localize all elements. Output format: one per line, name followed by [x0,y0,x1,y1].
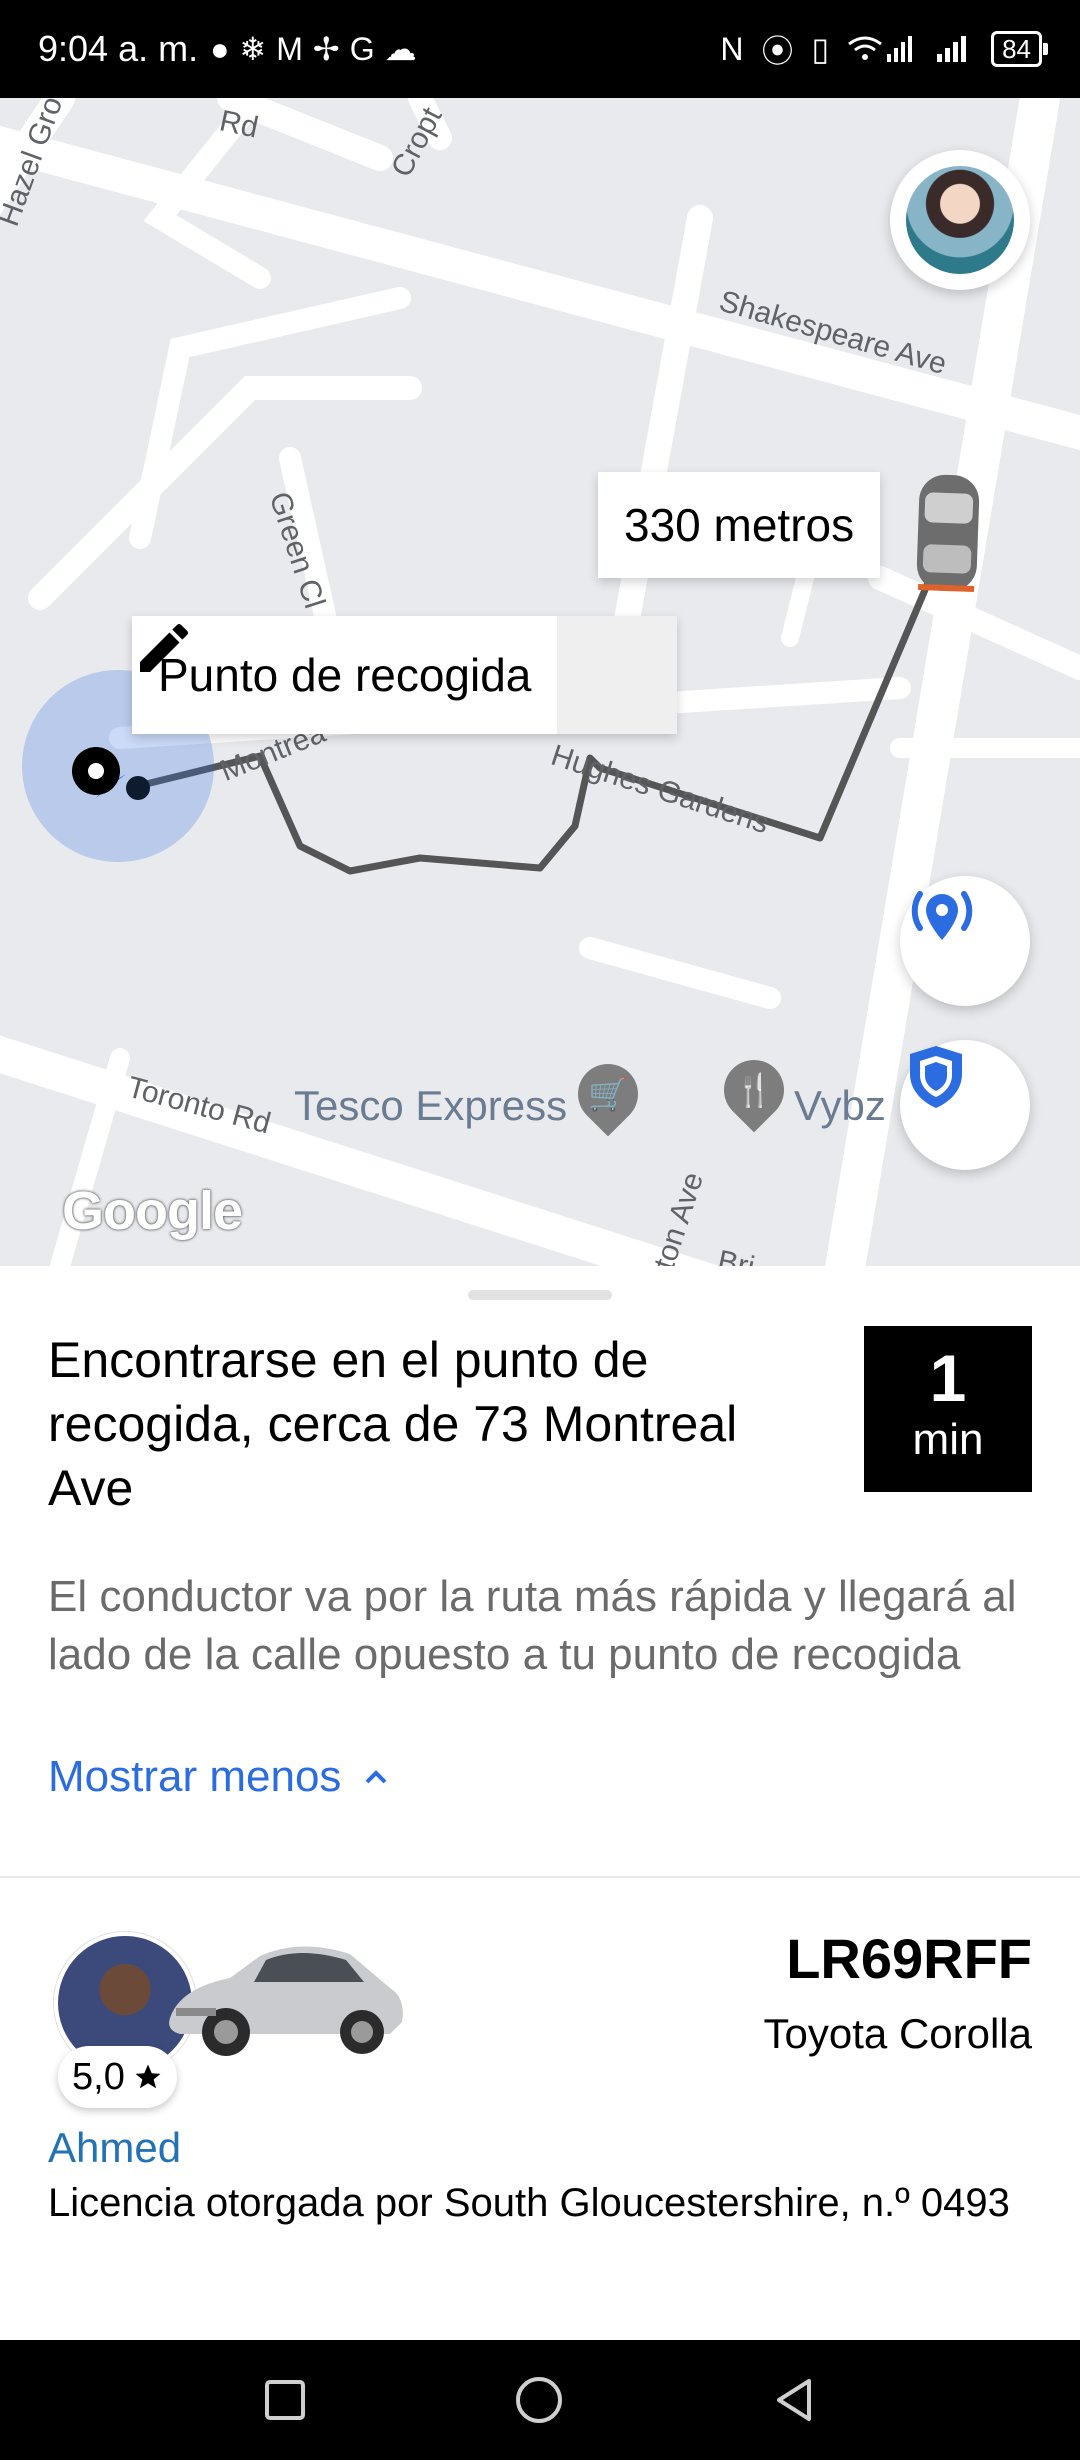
vibrate-icon: ▯ [811,31,830,67]
eta-badge: 1 min [864,1326,1032,1492]
trip-bottom-sheet: Encontrarse en el punto de recogida, cer… [0,1266,1080,2340]
google-icon: G [349,30,375,67]
license-plate: LR69RFF [786,1927,1032,1990]
location-broadcast-icon [911,891,973,940]
car-model: Toyota Corolla [763,2010,1032,2057]
snowflake-app-icon: ❄ [239,31,267,67]
show-less-label: Mostrar menos [48,1752,342,1801]
edit-pickup-button[interactable] [140,616,678,734]
pencil-icon [140,623,189,672]
recents-square-icon[interactable] [263,2378,307,2422]
distance-label: 330 metros [624,499,855,551]
chevron-up-icon [366,1770,387,1784]
fan-icon: ✢ [312,31,340,67]
driver-license-info: Licencia otorgada por South Gloucestersh… [48,2181,1010,2225]
avatar [906,166,1014,274]
poi-tesco-label[interactable]: Tesco Express [294,1082,567,1130]
cloud-icon: ☁ [384,31,417,67]
system-navigation-bar [0,2340,1080,2460]
shield-icon [910,1046,962,1108]
home-circle-icon[interactable] [514,2375,564,2425]
rating-value: 5,0 [72,2055,125,2098]
status-bar: 9:04 a. m. ● ❄ M ✢ G ☁ N ⦿ ▯ 84 [0,0,1080,98]
distance-callout: 330 metros [598,472,881,578]
notification-icons: ● ❄ M ✢ G ☁ [210,30,417,68]
car-image [169,1946,403,2056]
profile-avatar-button[interactable] [890,150,1030,290]
battery-indicator: 84 [991,31,1048,67]
eta-number: 1 [929,1341,967,1415]
route-description: El conductor va por la ruta más rápida y… [48,1572,1017,1679]
pickup-point-callout[interactable]: Punto de recogida [132,616,678,734]
sheet-drag-handle[interactable] [468,1290,612,1300]
driver-name[interactable]: Ahmed [48,2124,181,2172]
record-icon: ● [210,30,230,67]
poi-vybz-label[interactable]: Vybz [794,1082,886,1130]
show-less-link[interactable]: Mostrar menos [48,1752,389,1802]
shopping-cart-icon[interactable]: 🛒 [565,1051,651,1137]
status-bar-right: N ⦿ ▯ 84 [720,26,1048,72]
location-icon: ⦿ [761,33,794,69]
pickup-heading: Encontrarse en el punto de recogida, cer… [48,1332,738,1516]
cell-signal-icon [937,36,967,62]
back-triangle-icon[interactable] [771,2377,817,2423]
divider [0,1876,1080,1878]
clock: 9:04 a. m. [38,28,199,69]
gmail-icon: M [276,30,303,67]
map-view[interactable]: Hazel Grove Rd Cropt Shakespeare Ave Gre… [0,98,1080,1266]
recenter-location-button[interactable] [900,876,1030,1006]
driver-rating-badge: 5,0 [58,2046,177,2108]
restaurant-icon[interactable]: 🍴 [711,1047,797,1133]
star-icon [135,2064,161,2089]
eta-unit: min [912,1415,984,1464]
google-logo: Google [62,1181,243,1241]
nfc-icon: N [720,30,744,67]
status-bar-left: 9:04 a. m. ● ❄ M ✢ G ☁ [38,28,417,70]
safety-shield-button[interactable] [900,1040,1030,1170]
wifi-signal-icon [848,36,913,62]
